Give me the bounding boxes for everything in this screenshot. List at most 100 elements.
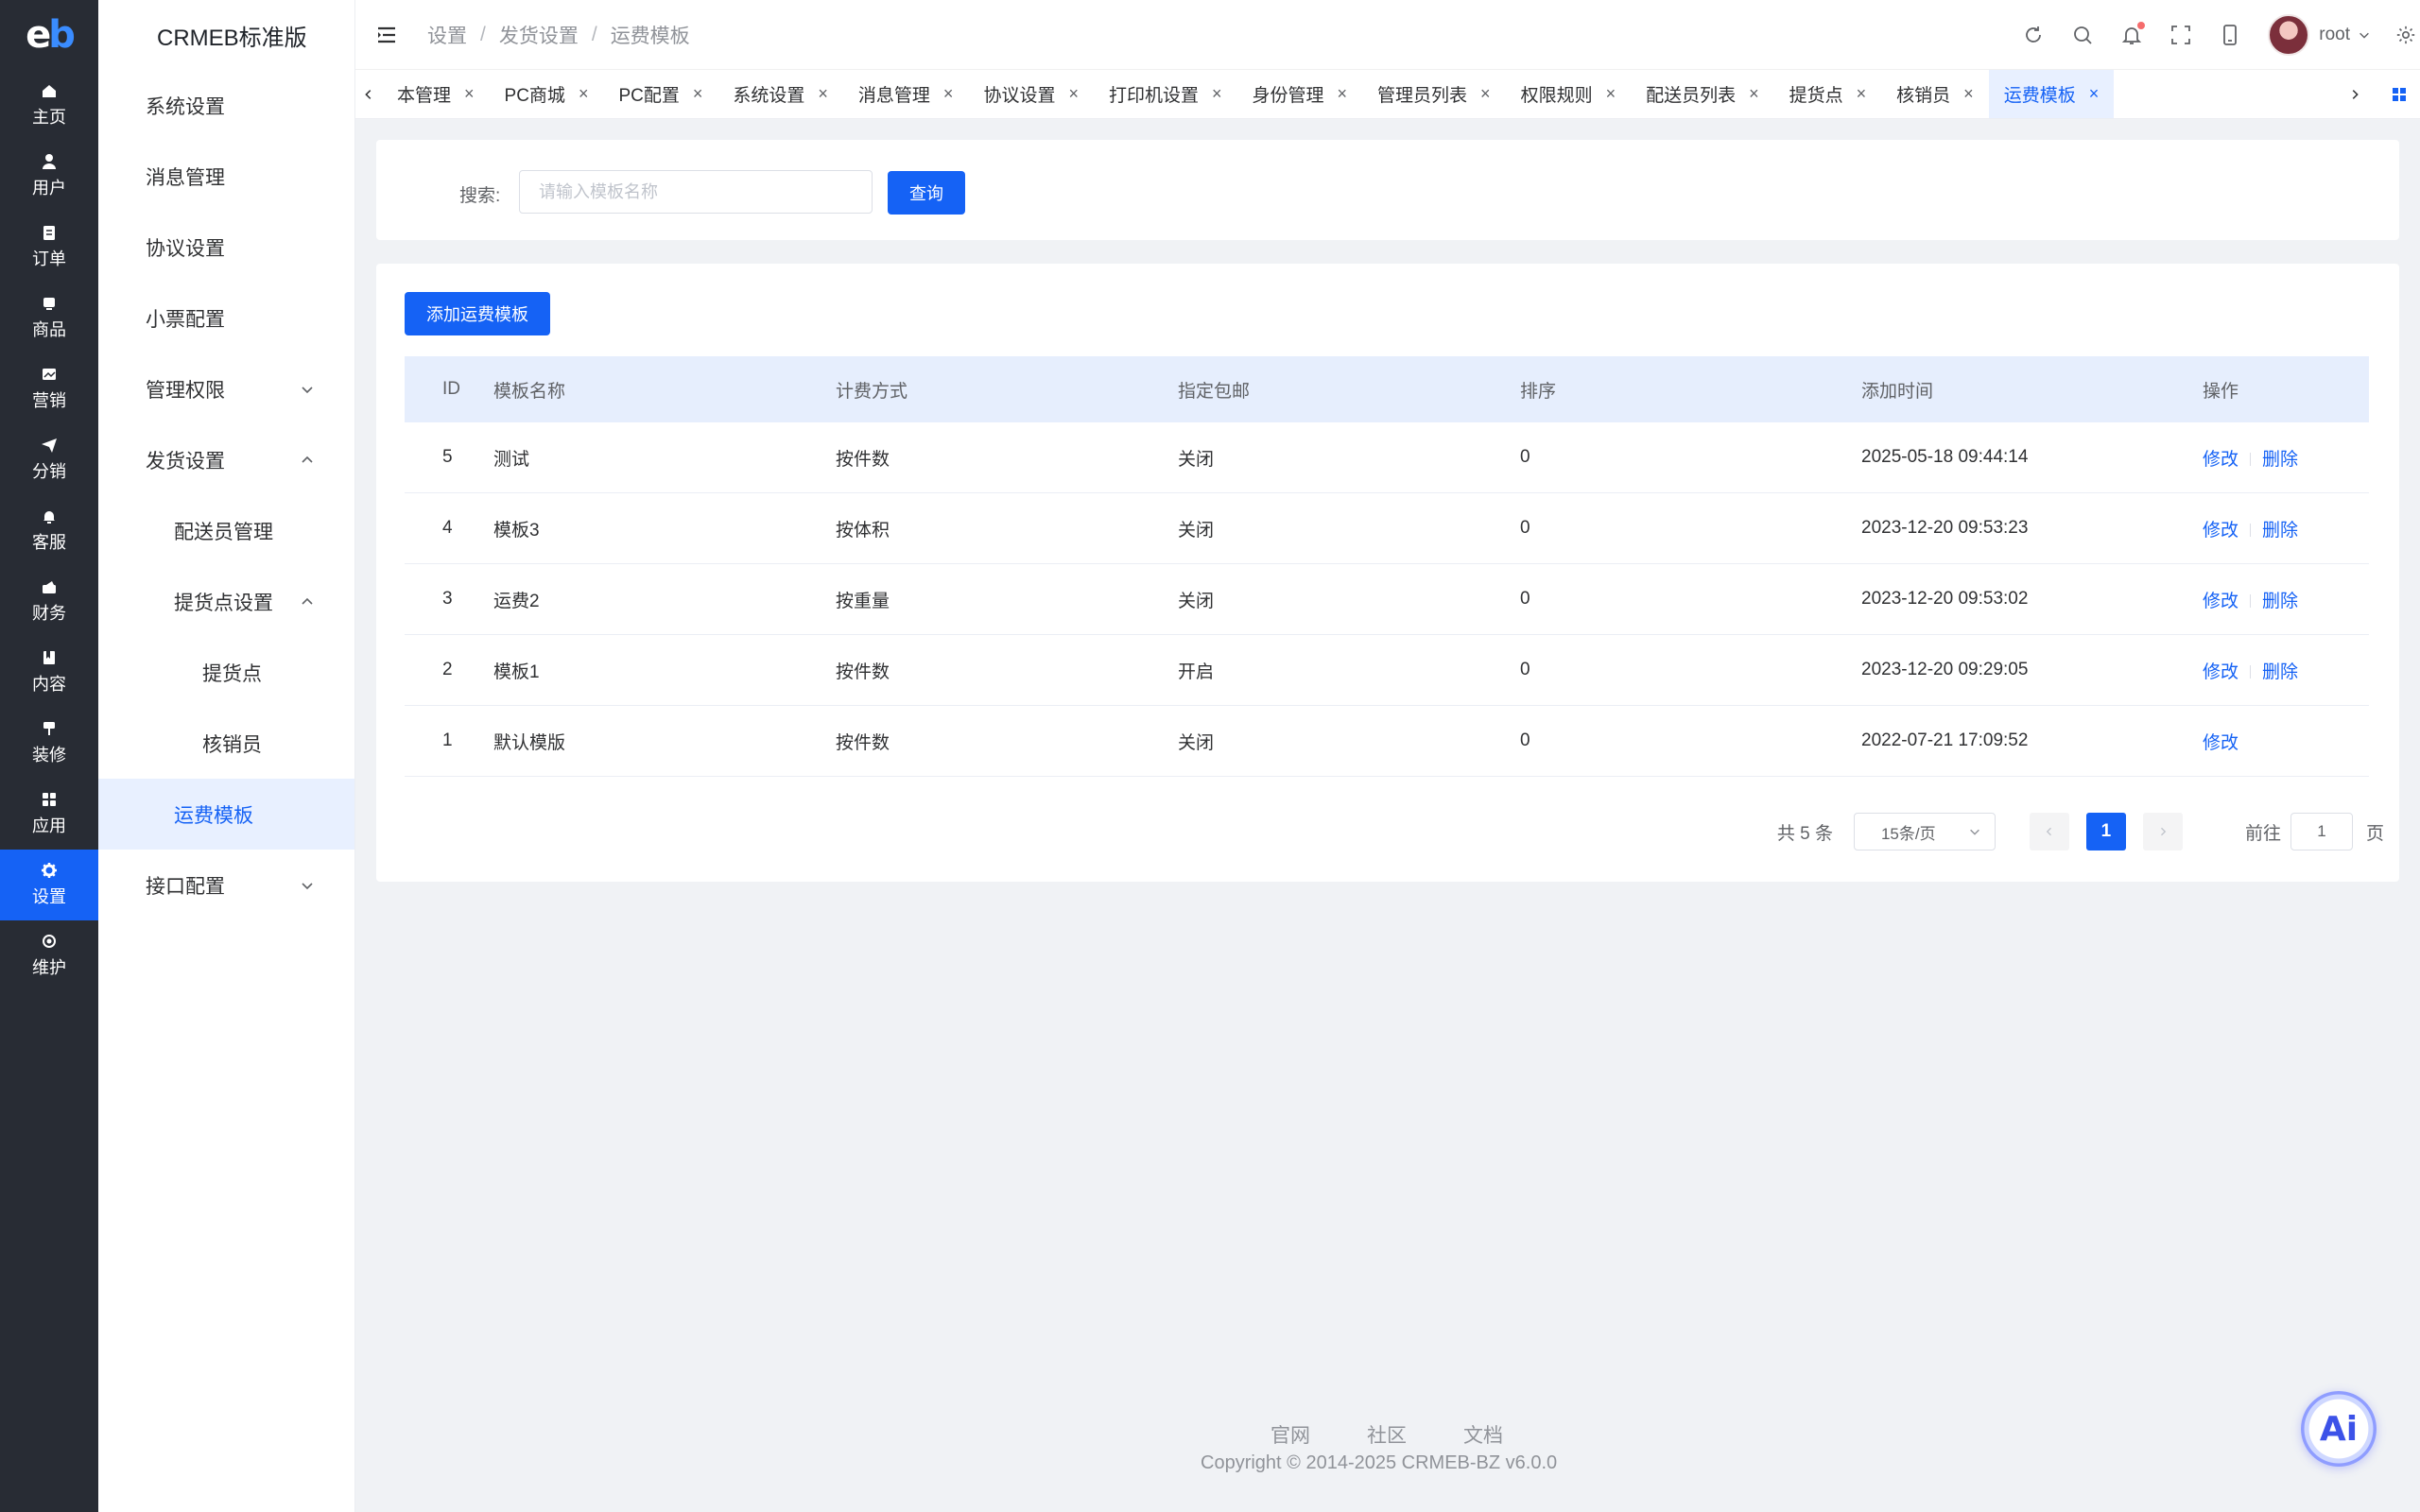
tab-8[interactable]: 管理员列表 × [1362, 70, 1506, 118]
menu-item-label: 消息管理 [146, 166, 225, 189]
delete-button[interactable]: 删除 [2262, 662, 2298, 682]
template-name-input[interactable] [519, 170, 873, 214]
rail-item-decorate[interactable]: 装修 [0, 708, 98, 779]
username[interactable]: root [2319, 25, 2350, 45]
mobile-preview-icon[interactable] [2219, 24, 2241, 46]
edit-button[interactable]: 修改 [2203, 662, 2238, 682]
menu-item-shipping-settings[interactable]: 发货设置 [98, 424, 354, 495]
tabs-menu-button[interactable] [2378, 70, 2420, 118]
rail-item-maintenance[interactable]: 维护 [0, 920, 98, 991]
distribution-icon [42, 438, 57, 453]
delete-button[interactable]: 删除 [2262, 521, 2298, 541]
close-icon[interactable]: × [1857, 84, 1867, 104]
avatar[interactable] [2268, 14, 2310, 56]
close-icon[interactable]: × [1338, 84, 1348, 104]
menu-item-admin-permissions[interactable]: 管理权限 [98, 353, 354, 424]
page-number-current[interactable]: 1 [2085, 813, 2126, 850]
tab-10[interactable]: 配送员列表 × [1631, 70, 1774, 118]
close-icon[interactable]: × [943, 84, 954, 104]
rail-item-finance[interactable]: 财务 [0, 566, 98, 637]
tab-4[interactable]: 消息管理 × [843, 70, 969, 118]
close-icon[interactable]: × [1480, 84, 1491, 104]
menu-item-api-config[interactable]: 接口配置 [98, 850, 354, 920]
tab-3[interactable]: 系统设置 × [717, 70, 843, 118]
tab-9[interactable]: 权限规则 × [1506, 70, 1632, 118]
rail-item-marketing[interactable]: 营销 [0, 353, 98, 424]
close-icon[interactable]: × [693, 84, 703, 104]
breadcrumb-item[interactable]: 设置 [427, 21, 467, 49]
edit-button[interactable]: 修改 [2203, 450, 2238, 470]
menu-item-label: 系统设置 [146, 95, 225, 118]
finance-icon [43, 581, 56, 593]
tab-12[interactable]: 核销员 × [1881, 70, 1989, 118]
edit-button[interactable]: 修改 [2203, 592, 2238, 611]
tab-2[interactable]: PC配置 × [603, 70, 717, 118]
goto-page-input[interactable] [2290, 813, 2353, 850]
rail-item-settings[interactable]: 设置 [0, 850, 98, 920]
query-button[interactable]: 查询 [888, 171, 965, 215]
footer-link-docs[interactable]: 文档 [1463, 1420, 1503, 1449]
delete-button[interactable]: 删除 [2262, 450, 2298, 470]
tab-7[interactable]: 身份管理 × [1237, 70, 1363, 118]
close-icon[interactable]: × [464, 84, 475, 104]
tab-1[interactable]: PC商城 × [490, 70, 604, 118]
close-icon[interactable]: × [1212, 84, 1222, 104]
prev-page-button[interactable] [2029, 813, 2069, 850]
edit-button[interactable]: 修改 [2203, 733, 2238, 753]
close-icon[interactable]: × [1963, 84, 1974, 104]
breadcrumb-item[interactable]: 发货设置 [499, 21, 579, 49]
close-icon[interactable]: × [1749, 84, 1759, 104]
edit-button[interactable]: 修改 [2203, 521, 2238, 541]
page-size-select[interactable]: 15条/页 [1853, 813, 1996, 850]
ai-assistant-button[interactable]: Ai [2301, 1391, 2377, 1467]
app-logo[interactable]: eb [0, 0, 98, 70]
rail-item-service[interactable]: 客服 [0, 495, 98, 566]
rail-item-product[interactable]: 商品 [0, 283, 98, 353]
rail-item-label: 设置 [32, 887, 66, 906]
page-size-value: 15条/页 [1880, 824, 1936, 843]
menu-item-shipping-template[interactable]: 运费模板 [98, 779, 354, 850]
close-icon[interactable]: × [1606, 84, 1616, 104]
rail-item-order[interactable]: 订单 [0, 212, 98, 283]
cell-sort: 0 [1520, 730, 1530, 750]
gear-icon[interactable] [2395, 25, 2416, 45]
menu-item-verifier[interactable]: 核销员 [98, 708, 354, 779]
chevron-down-icon[interactable] [2358, 28, 2371, 42]
menu-item-agreement-settings[interactable]: 协议设置 [98, 212, 354, 283]
tab-0[interactable]: 本管理 × [382, 70, 490, 118]
rail-item-distribution[interactable]: 分销 [0, 424, 98, 495]
cell-sort: 0 [1520, 447, 1530, 467]
footer-link-community[interactable]: 社区 [1367, 1420, 1407, 1449]
menu-item-system-settings[interactable]: 系统设置 [98, 70, 354, 141]
close-icon[interactable]: × [2089, 84, 2100, 104]
search-icon[interactable] [2071, 24, 2094, 46]
menu-item-courier-management[interactable]: 配送员管理 [98, 495, 354, 566]
tab-6[interactable]: 打印机设置 × [1094, 70, 1237, 118]
footer-link-official-site[interactable]: 官网 [1270, 1420, 1310, 1449]
menu-item-message-management[interactable]: 消息管理 [98, 141, 354, 212]
next-page-button[interactable] [2142, 813, 2183, 850]
menu-toggle-icon[interactable] [376, 25, 397, 45]
delete-button[interactable]: 删除 [2262, 592, 2298, 611]
refresh-icon[interactable] [2022, 24, 2045, 46]
column-header-actions: 操作 [2203, 381, 2239, 402]
tab-11[interactable]: 提货点 × [1774, 70, 1882, 118]
close-icon[interactable]: × [1068, 84, 1079, 104]
rail-item-apps[interactable]: 应用 [0, 779, 98, 850]
notification-button[interactable] [2120, 22, 2146, 46]
tab-13[interactable]: 运费模板 × [1988, 70, 2115, 118]
menu-item-receipt-config[interactable]: 小票配置 [98, 283, 354, 353]
menu-item-pickup-point[interactable]: 提货点 [98, 637, 354, 708]
close-icon[interactable]: × [579, 84, 589, 104]
tabs-scroll-left[interactable] [355, 70, 382, 118]
rail-item-user[interactable]: 用户 [0, 141, 98, 212]
tabs-scroll-right[interactable] [2331, 70, 2378, 118]
cell-time: 2023-12-20 09:53:23 [1861, 518, 2029, 538]
fullscreen-icon[interactable] [2169, 24, 2192, 46]
add-shipping-template-button[interactable]: 添加运费模板 [405, 292, 550, 335]
menu-item-pickup-settings[interactable]: 提货点设置 [98, 566, 354, 637]
tab-5[interactable]: 协议设置 × [968, 70, 1094, 118]
close-icon[interactable]: × [818, 84, 828, 104]
rail-item-home[interactable]: 主页 [0, 70, 98, 141]
rail-item-content[interactable]: 内容 [0, 637, 98, 708]
